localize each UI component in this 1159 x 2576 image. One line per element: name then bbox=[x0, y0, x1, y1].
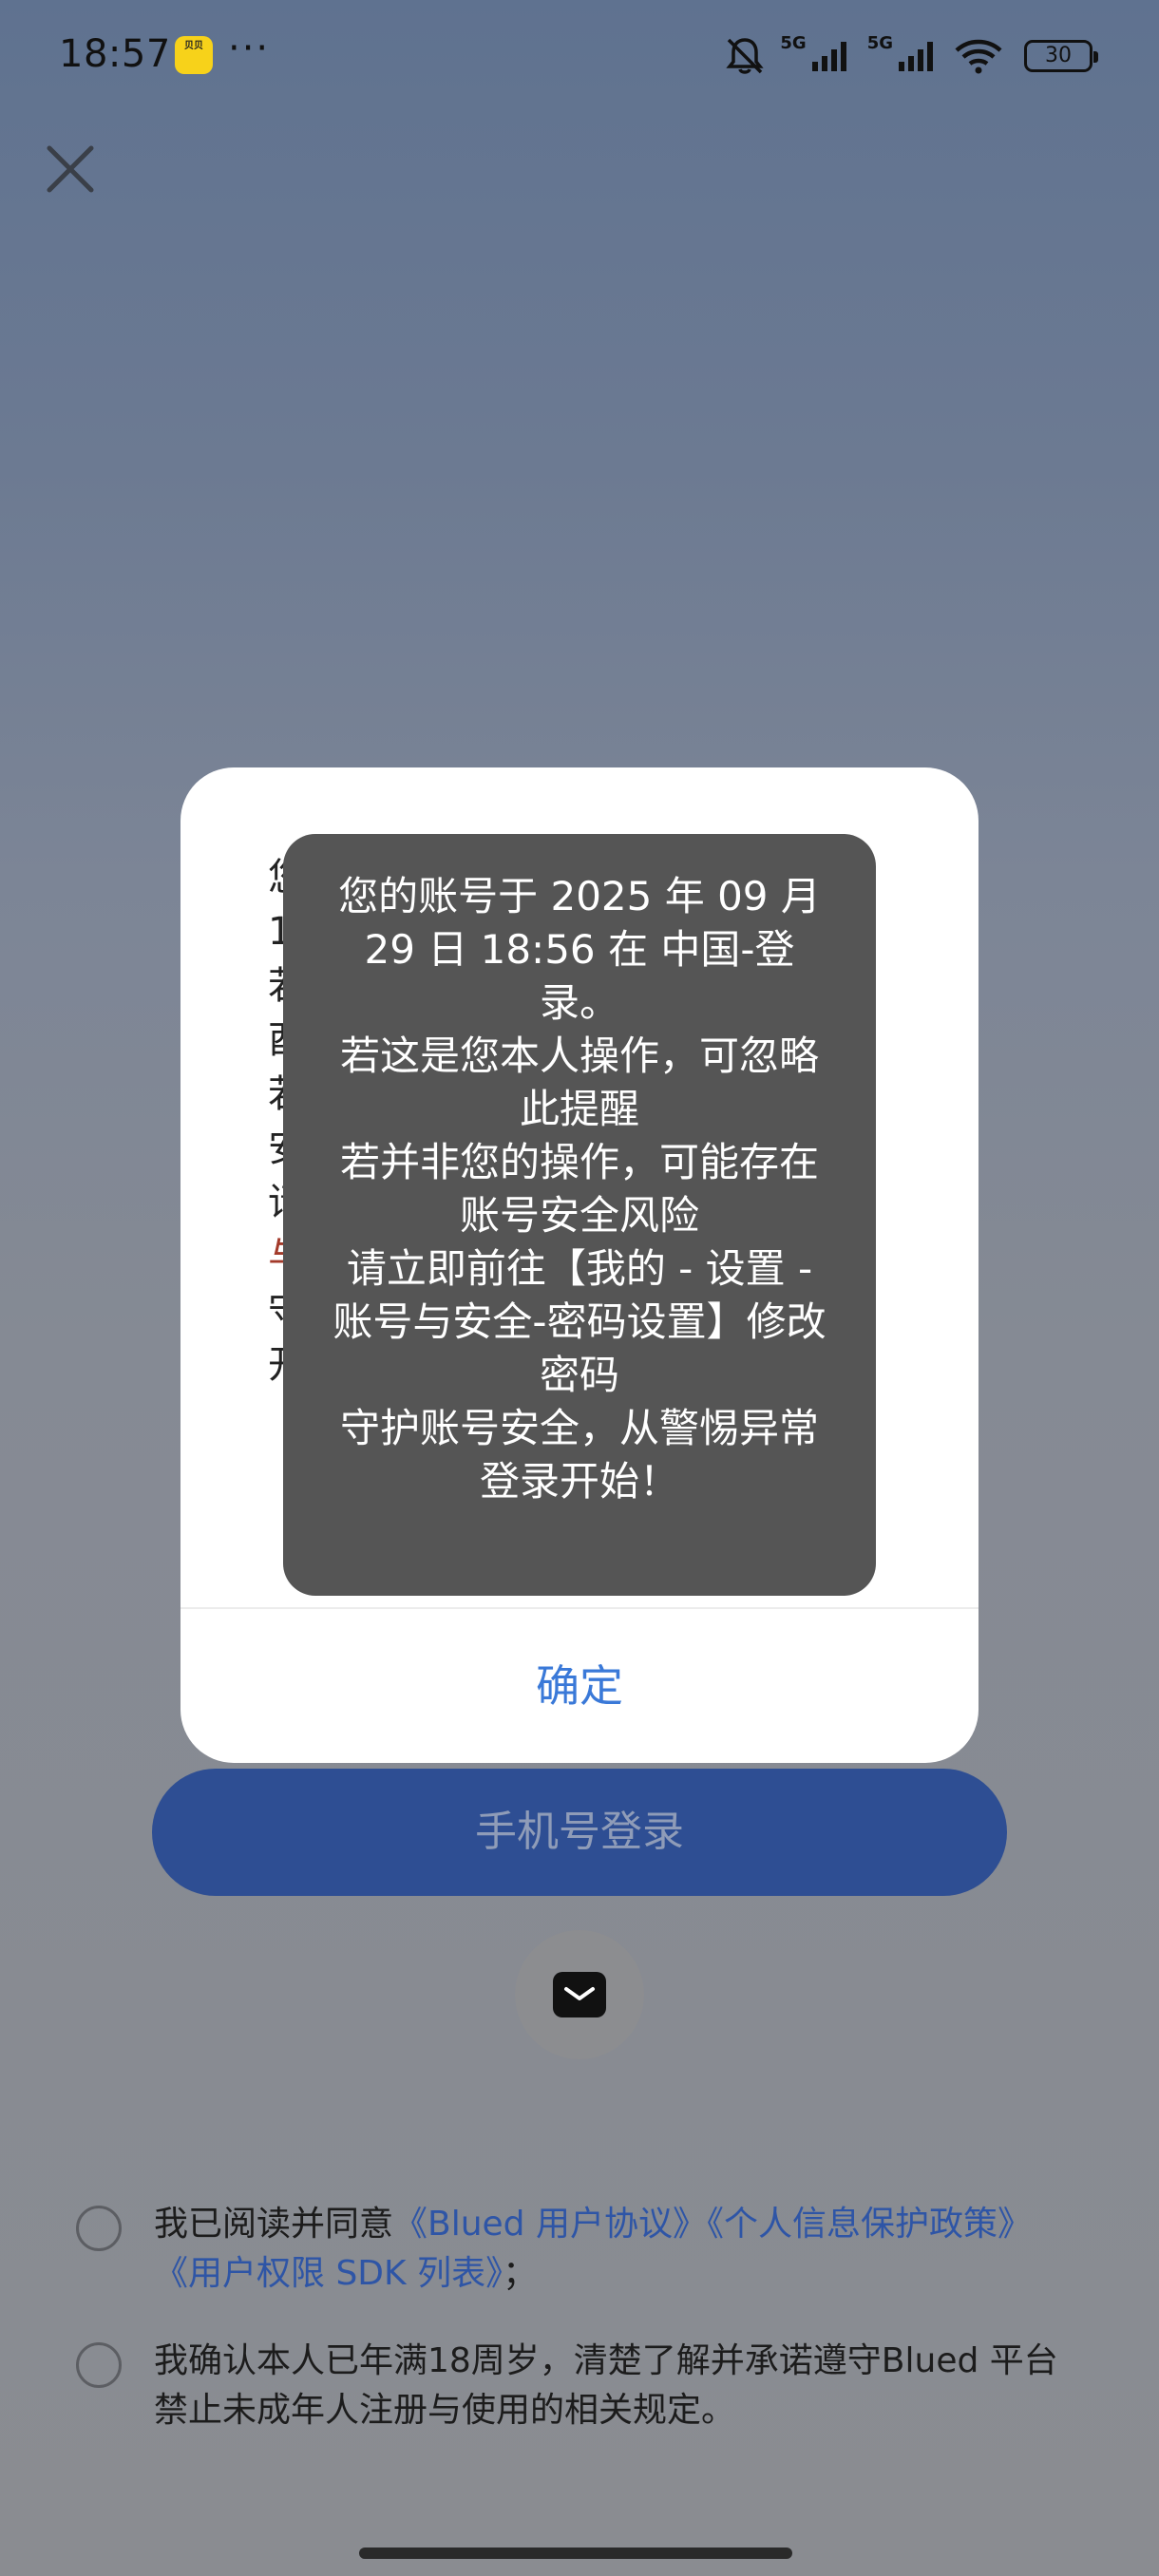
app-notification-icon: 贝贝 bbox=[175, 36, 213, 74]
network-label-1: 5G bbox=[780, 32, 807, 53]
toast-line: 请立即前往【我的 - 设置 - 账号与安全-密码设置】修改密码 bbox=[332, 1245, 826, 1398]
status-bar: 18:57 贝贝 ··· 5G 5G 30 bbox=[0, 0, 1159, 110]
toast-line: 若并非您的操作，可能存在账号安全风险 bbox=[339, 1139, 819, 1239]
toast-line: 您的账号于 2025 年 09 月 29 日 18:56 在 中国-登录。 bbox=[338, 873, 821, 1026]
wifi-icon bbox=[955, 39, 1002, 74]
close-icon bbox=[47, 145, 94, 193]
privacy-policy-link[interactable]: 《个人信息保护政策》 bbox=[707, 2205, 1032, 2244]
security-toast: 您的账号于 2025 年 09 月 29 日 18:56 在 中国-登录。 若这… bbox=[283, 834, 876, 1596]
terms-text: 我已阅读并同意《Blued 用户协议》《个人信息保护政策》《用户权限 SDK 列… bbox=[154, 2200, 1083, 2299]
sdk-list-link[interactable]: 《用户权限 SDK 列表》 bbox=[154, 2254, 503, 2293]
agreement-row-age: 我确认本人已年满18周岁，清楚了解并承诺遵守Blued 平台禁止未成年人注册与使… bbox=[76, 2337, 1083, 2435]
terms-suffix: ； bbox=[503, 2254, 538, 2293]
mail-icon bbox=[553, 1972, 606, 2017]
mute-bell-icon bbox=[726, 38, 765, 74]
more-notifications-icon: ··· bbox=[228, 27, 271, 70]
agreement-row-terms: 我已阅读并同意《Blued 用户协议》《个人信息保护政策》《用户权限 SDK 列… bbox=[76, 2200, 1083, 2299]
age-checkbox[interactable] bbox=[76, 2342, 122, 2388]
toast-line: 守护账号安全，从警惕异常登录开始！ bbox=[339, 1405, 819, 1505]
email-login-button[interactable] bbox=[515, 1930, 644, 2059]
terms-checkbox[interactable] bbox=[76, 2206, 122, 2251]
confirm-button[interactable]: 确定 bbox=[180, 1609, 978, 1763]
terms-prefix: 我已阅读并同意 bbox=[154, 2205, 394, 2244]
battery-icon: 30 bbox=[1024, 40, 1098, 72]
status-icons: 5G 5G 30 bbox=[723, 32, 1098, 80]
signal-icon-1 bbox=[811, 42, 846, 71]
home-indicator[interactable] bbox=[359, 2548, 792, 2559]
age-confirm-text: 我确认本人已年满18周岁，清楚了解并承诺遵守Blued 平台禁止未成年人注册与使… bbox=[154, 2341, 1058, 2430]
phone-login-button[interactable]: 手机号登录 bbox=[152, 1769, 1007, 1896]
close-button[interactable] bbox=[44, 142, 97, 196]
network-label-2: 5G bbox=[866, 32, 893, 53]
status-time: 18:57 bbox=[59, 32, 171, 76]
user-agreement-link[interactable]: 《Blued 用户协议》 bbox=[393, 2205, 707, 2244]
toast-line: 若这是您本人操作，可忽略此提醒 bbox=[339, 1032, 819, 1132]
signal-icon-2 bbox=[899, 42, 933, 71]
